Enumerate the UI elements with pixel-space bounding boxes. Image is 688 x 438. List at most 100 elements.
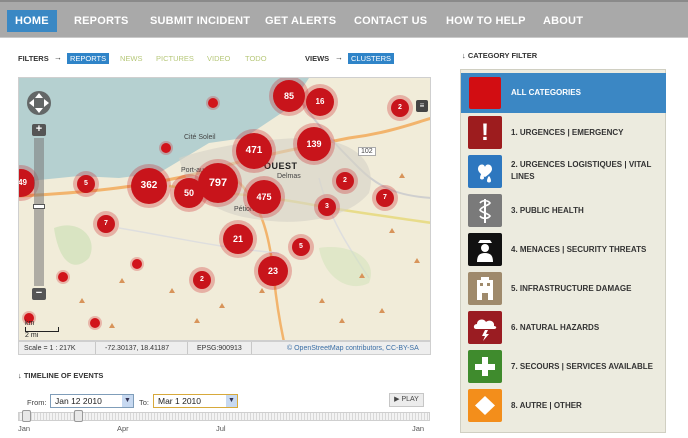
cluster-marker[interactable]: 7 bbox=[97, 215, 115, 233]
hazard-marker bbox=[389, 228, 395, 233]
hazard-marker bbox=[79, 298, 85, 303]
zoom-in-button[interactable]: + bbox=[32, 124, 46, 136]
hazard-marker bbox=[194, 318, 200, 323]
hazard-marker bbox=[399, 173, 405, 178]
category-item-other[interactable]: 8. AUTRE | OTHER bbox=[468, 389, 663, 423]
hazard-marker bbox=[119, 278, 125, 283]
water-heart-icon bbox=[468, 155, 502, 188]
cluster-marker[interactable]: 471 bbox=[236, 133, 272, 169]
incident-dot[interactable] bbox=[208, 98, 218, 108]
chevron-down-icon: ▼ bbox=[122, 395, 133, 407]
cluster-marker[interactable]: 50 bbox=[174, 178, 204, 208]
cluster-marker[interactable]: 5 bbox=[292, 238, 310, 256]
play-button[interactable]: ▶ PLAY bbox=[389, 393, 424, 407]
plus-icon bbox=[468, 350, 502, 383]
cluster-marker[interactable]: 5 bbox=[77, 175, 95, 193]
category-item-vital-lines[interactable]: 2. URGENCES LOGISTIQUES | VITAL LINES bbox=[468, 155, 663, 189]
pan-control-icon[interactable] bbox=[26, 90, 52, 116]
cluster-marker[interactable]: 797 bbox=[198, 163, 238, 203]
category-item-public-health[interactable]: 3. PUBLIC HEALTH bbox=[468, 194, 663, 228]
cluster-marker[interactable]: 475 bbox=[247, 180, 281, 214]
road-shield-102: 102 bbox=[358, 147, 376, 156]
nav-reports[interactable]: REPORTS bbox=[66, 10, 137, 32]
map-epsg-text: EPSG:900913 bbox=[197, 345, 242, 352]
category-label: 8. AUTRE | OTHER bbox=[511, 401, 582, 410]
views-label: VIEWS bbox=[305, 54, 330, 63]
security-guard-icon bbox=[468, 233, 502, 266]
incident-dot[interactable] bbox=[58, 272, 68, 282]
map-status-bar: Scale = 1 : 217K -72.30137, 18.41187 EPS… bbox=[18, 341, 431, 355]
category-filter-title-text: CATEGORY FILTER bbox=[467, 51, 538, 60]
category-filter-title: ↓ CATEGORY FILTER bbox=[462, 51, 537, 60]
cluster-marker[interactable]: 3 bbox=[318, 198, 336, 216]
cluster-marker[interactable]: 2 bbox=[336, 172, 354, 190]
nav-get-alerts[interactable]: GET ALERTS bbox=[257, 10, 344, 32]
nav-how-to-help[interactable]: HOW TO HELP bbox=[438, 10, 534, 32]
status-divider bbox=[187, 342, 188, 354]
cluster-marker[interactable]: 362 bbox=[131, 168, 167, 204]
zoom-slider-track[interactable] bbox=[33, 138, 45, 286]
filter-reports[interactable]: REPORTS bbox=[67, 53, 110, 64]
nav-about[interactable]: ABOUT bbox=[535, 10, 591, 32]
incident-map[interactable]: OUEST Cité Soleil Port-au-Prince Delmas … bbox=[18, 77, 431, 341]
map-attribution-link[interactable]: © OpenStreetMap contributors, CC-BY-SA bbox=[287, 345, 419, 352]
top-navigation: HOME REPORTS SUBMIT INCIDENT GET ALERTS … bbox=[0, 0, 688, 38]
from-date-select[interactable]: Jan 12 2010 ▼ bbox=[50, 394, 134, 408]
incident-dot[interactable] bbox=[90, 318, 100, 328]
to-date-select[interactable]: Mar 1 2010 ▼ bbox=[153, 394, 238, 408]
timeline-axis-label: Jan bbox=[18, 424, 31, 433]
incident-dot[interactable] bbox=[132, 259, 142, 269]
cluster-marker[interactable]: 16 bbox=[306, 88, 334, 116]
hazard-marker bbox=[219, 303, 225, 308]
category-item-natural-hazards[interactable]: 6. NATURAL HAZARDS bbox=[468, 311, 663, 345]
all-categories-swatch bbox=[469, 77, 501, 109]
filter-news[interactable]: NEWS bbox=[120, 54, 143, 63]
filters-label: FILTERS bbox=[18, 54, 49, 63]
category-item-infrastructure-damage[interactable]: 5. INFRASTRUCTURE DAMAGE bbox=[468, 272, 663, 306]
cluster-marker[interactable]: 2 bbox=[193, 271, 211, 289]
view-clusters[interactable]: CLUSTERS bbox=[348, 53, 395, 64]
category-item-security-threats[interactable]: 4. MENACES | SECURITY THREATS bbox=[468, 233, 663, 267]
cluster-marker[interactable]: 21 bbox=[223, 224, 253, 254]
place-label-delmas: Delmas bbox=[277, 173, 301, 180]
cluster-marker[interactable]: 85 bbox=[273, 80, 305, 112]
zoom-slider-thumb[interactable] bbox=[33, 204, 45, 209]
filter-todo[interactable]: TODO bbox=[245, 54, 267, 63]
nav-home[interactable]: HOME bbox=[7, 10, 57, 32]
place-label-ouest: OUEST bbox=[264, 161, 298, 171]
timeline-axis-label: Jul bbox=[216, 424, 226, 433]
hazard-marker bbox=[379, 308, 385, 313]
nav-contact-us[interactable]: CONTACT US bbox=[346, 10, 435, 32]
hazard-marker bbox=[414, 258, 420, 263]
filter-row: FILTERS → REPORTS NEWS PICTURES VIDEO TO… bbox=[18, 53, 418, 65]
filter-video[interactable]: VIDEO bbox=[207, 54, 230, 63]
category-all[interactable]: ALL CATEGORIES bbox=[461, 73, 666, 113]
hazard-marker bbox=[259, 288, 265, 293]
category-item-emergency[interactable]: ! 1. URGENCES | EMERGENCY bbox=[468, 116, 663, 150]
exclamation-icon: ! bbox=[468, 116, 502, 149]
place-label-cite-soleil: Cité Soleil bbox=[184, 134, 216, 141]
timeline-start-handle[interactable] bbox=[22, 410, 31, 422]
hazard-marker bbox=[359, 273, 365, 278]
storm-cloud-icon bbox=[468, 311, 502, 344]
cluster-marker[interactable]: 139 bbox=[297, 127, 331, 161]
zoom-control: + − bbox=[32, 124, 46, 302]
incident-dot[interactable] bbox=[161, 143, 171, 153]
chevron-down-icon: ▼ bbox=[226, 395, 237, 407]
from-date-value: Jan 12 2010 bbox=[55, 396, 102, 406]
hazard-marker bbox=[169, 288, 175, 293]
zoom-out-button[interactable]: − bbox=[32, 288, 46, 300]
cluster-marker[interactable]: 7 bbox=[376, 189, 394, 207]
category-label: 5. INFRASTRUCTURE DAMAGE bbox=[511, 284, 632, 293]
nav-submit-incident[interactable]: SUBMIT INCIDENT bbox=[142, 10, 258, 32]
views-arrow-icon: → bbox=[335, 53, 343, 62]
timeline-end-handle[interactable] bbox=[74, 410, 83, 422]
scale-bar: km 2 mi bbox=[25, 320, 59, 339]
cluster-marker[interactable]: 23 bbox=[258, 256, 288, 286]
filter-pictures[interactable]: PICTURES bbox=[156, 54, 194, 63]
cluster-marker[interactable]: 2 bbox=[391, 99, 409, 117]
timeline-axis-label: Apr bbox=[117, 424, 129, 433]
category-item-services-available[interactable]: 7. SECOURS | SERVICES AVAILABLE bbox=[468, 350, 663, 384]
timeline-axis-label: Jan bbox=[412, 424, 425, 433]
layer-switcher-icon[interactable]: ≡ bbox=[416, 100, 428, 112]
